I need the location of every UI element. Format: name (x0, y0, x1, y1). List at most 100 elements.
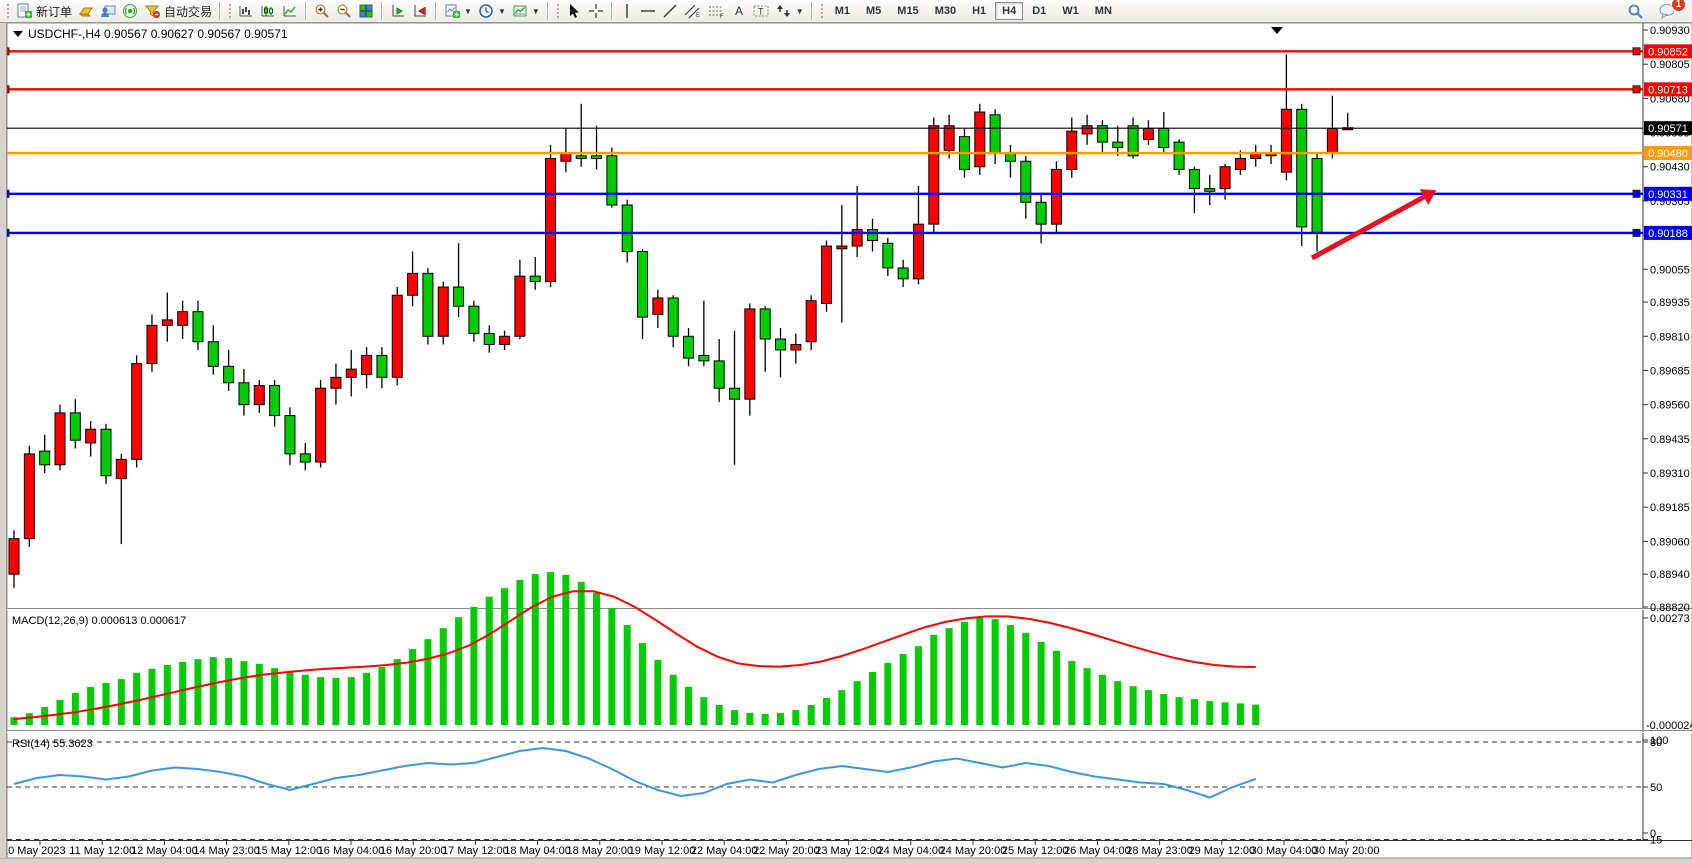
label-tool-button[interactable]: T (749, 1, 773, 21)
macd-histogram-bar (976, 618, 983, 725)
macd-histogram-bar (363, 673, 370, 725)
fibonacci-tool-button[interactable]: F (705, 1, 729, 21)
chart-shift-button[interactable] (409, 1, 431, 21)
timeframe-m15[interactable]: M15 (890, 2, 925, 20)
chat-badge: 1 (1671, 0, 1686, 12)
channel-tool-button[interactable]: E (681, 1, 705, 21)
candle-body (638, 252, 648, 318)
y-axis-label: 0.90430 (1650, 162, 1690, 174)
candle-body (239, 383, 249, 405)
x-axis-label: 15 May 12:00 (255, 845, 322, 857)
horizontal-line-tool-button[interactable] (637, 1, 659, 21)
macd-histogram-bar (961, 622, 968, 725)
crosshair-tool-button[interactable] (585, 1, 607, 21)
gold-button[interactable] (75, 1, 97, 21)
new-chart-button[interactable]: ▼ (441, 1, 475, 21)
timeframe-m5[interactable]: M5 (859, 2, 888, 20)
candle-body (1051, 169, 1061, 224)
macd-histogram-bar (823, 698, 830, 725)
candle-body (178, 312, 188, 326)
macd-histogram-bar (547, 572, 554, 725)
candle-body (576, 156, 586, 159)
candle-body (1189, 169, 1199, 188)
candle-body (55, 413, 65, 465)
y-axis-label: 0.88940 (1650, 569, 1690, 581)
macd-histogram-bar (1114, 681, 1121, 725)
search-icon (1627, 3, 1644, 20)
signal-button[interactable] (119, 1, 141, 21)
x-axis-label: 26 May 04:00 (1064, 845, 1131, 857)
timeframe-group: M1M5M15M30H1H4D1W1MN (827, 2, 1120, 20)
x-axis-label: 19 May 12:00 (629, 845, 696, 857)
search-button[interactable] (1624, 1, 1647, 21)
macd-histogram-bar (1130, 686, 1137, 725)
cursor-tool-button[interactable] (563, 1, 585, 21)
auto-scroll-button[interactable] (387, 1, 409, 21)
new-order-button[interactable]: 新订单 (13, 1, 75, 21)
x-axis-label: 10 May 2023 (2, 845, 66, 857)
macd-histogram-bar (1053, 651, 1060, 725)
bar-chart-button[interactable] (235, 1, 257, 21)
auto-trading-button[interactable]: 自动交易 (141, 1, 215, 21)
timeframe-m30[interactable]: M30 (928, 2, 963, 20)
trade-monitor-button[interactable] (97, 1, 119, 21)
line-chart-icon (282, 3, 298, 19)
arrows-tool-button[interactable]: ▼ (773, 1, 807, 21)
y-axis-label: 0.89560 (1650, 400, 1690, 412)
mt4-terminal: 新订单 (0, 0, 1692, 864)
line-handle-right[interactable] (1633, 86, 1640, 93)
candlestick-chart-button[interactable] (257, 1, 279, 21)
svg-text:F: F (720, 14, 724, 19)
candle-body (1082, 126, 1092, 134)
x-axis-label: 24 May 20:00 (940, 845, 1007, 857)
toolbar-grip[interactable] (556, 3, 560, 19)
candle-body (898, 268, 908, 279)
macd-histogram-bar (240, 661, 247, 725)
toolbar-grip[interactable] (820, 3, 824, 19)
line-handle-right[interactable] (1633, 229, 1640, 236)
zoom-in-button[interactable] (311, 1, 333, 21)
text-icon: A (732, 3, 746, 19)
toolbar-grip[interactable] (228, 3, 232, 19)
svg-text:A: A (735, 4, 743, 18)
zoom-out-button[interactable] (333, 1, 355, 21)
y-axis-label: 0.90930 (1650, 25, 1690, 37)
chevron-down-icon: ▼ (796, 7, 804, 16)
bar-chart-icon (238, 3, 254, 19)
tile-windows-button[interactable] (355, 1, 377, 21)
text-tool-button[interactable]: A (729, 1, 749, 21)
toolbar-separator (811, 2, 813, 20)
chat-button[interactable]: 1 (1655, 1, 1679, 21)
toolbar-grip[interactable] (6, 3, 10, 19)
trendline-tool-button[interactable] (659, 1, 681, 21)
timeframe-mn[interactable]: MN (1088, 2, 1119, 20)
macd-histogram-bar (516, 580, 523, 725)
line-handle-right[interactable] (1633, 48, 1640, 55)
candle-body (745, 309, 755, 399)
macd-histogram-bar (194, 659, 201, 725)
macd-axis-min: -0.000024 (1646, 720, 1692, 732)
y-axis-label: 0.89185 (1650, 502, 1690, 514)
rsi-axis-label: 0 (1650, 828, 1656, 840)
macd-histogram-bar (1007, 625, 1014, 725)
horizontal-line-icon (640, 3, 656, 19)
template-button[interactable]: ▼ (509, 1, 543, 21)
macd-histogram-bar (639, 643, 646, 725)
y-axis-label: 0.89435 (1650, 434, 1690, 446)
timeframe-h1[interactable]: H1 (965, 2, 993, 20)
timeframe-h4[interactable]: H4 (995, 2, 1023, 20)
macd-histogram-bar (930, 635, 937, 725)
macd-histogram-bar (731, 710, 738, 725)
timeframe-d1[interactable]: D1 (1025, 2, 1053, 20)
toolbar-separator (305, 2, 307, 20)
timeframe-w1[interactable]: W1 (1055, 2, 1086, 20)
period-button[interactable]: ▼ (475, 1, 509, 21)
vertical-line-tool-button[interactable] (617, 1, 637, 21)
line-handle-right[interactable] (1633, 190, 1640, 197)
timeframe-m1[interactable]: M1 (828, 2, 857, 20)
candle-body (607, 156, 617, 205)
line-chart-button[interactable] (279, 1, 301, 21)
rsi-label: RSI(14) 55.3623 (12, 738, 93, 750)
price-label-text: 0.90852 (1648, 46, 1688, 58)
candle-body (469, 306, 479, 333)
